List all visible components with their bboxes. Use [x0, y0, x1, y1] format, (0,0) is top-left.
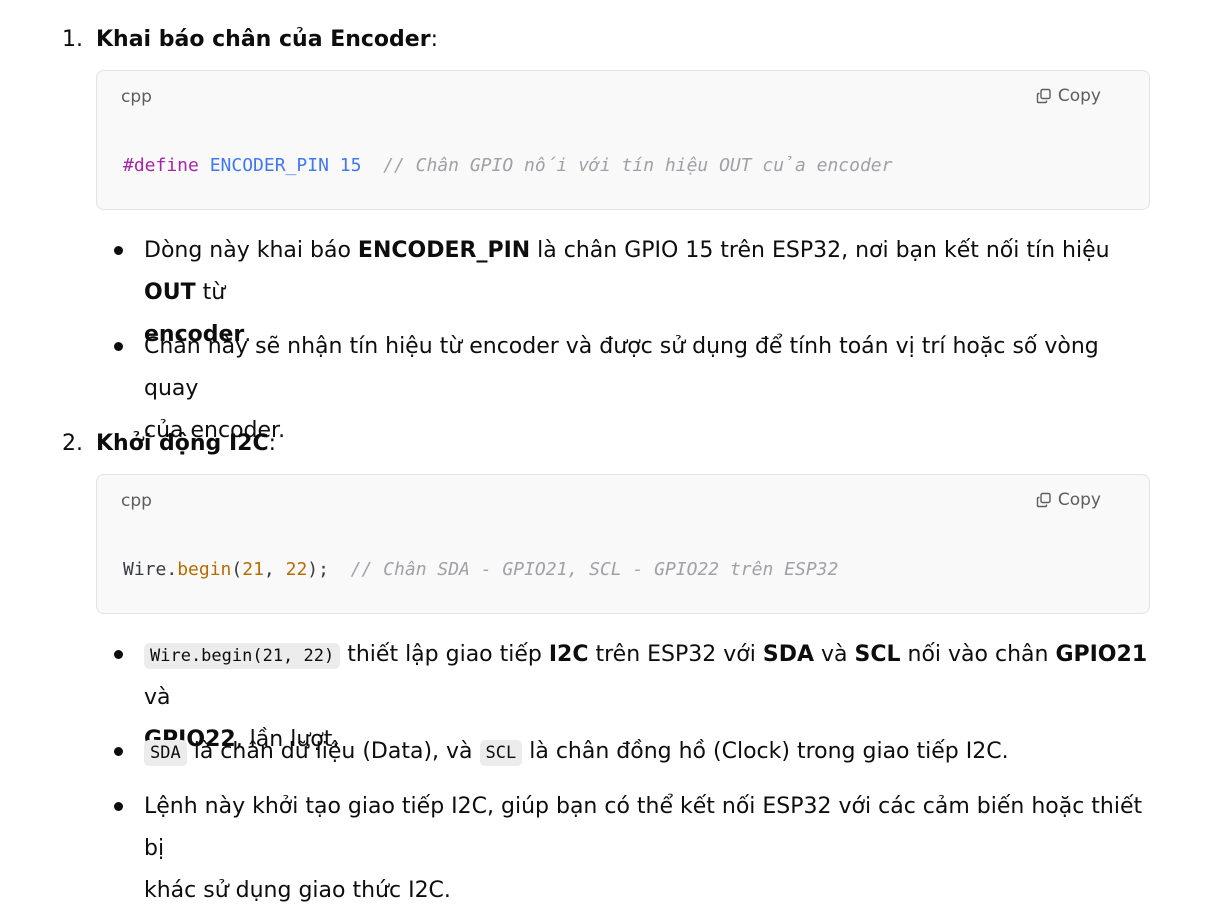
colon: : — [268, 431, 277, 456]
section-title: Khai báo chân của Encoder — [96, 27, 431, 52]
bold-text: SDA — [762, 642, 814, 667]
code-language-label: cpp — [121, 87, 152, 107]
copy-icon — [1036, 88, 1051, 104]
list-number: 1. — [62, 27, 83, 52]
list-item: Chân này sẽ nhận tín hiệu từ encoder và … — [114, 326, 1154, 452]
code-line: #define ENCODER_PIN 15 // Chân GPIO nối … — [123, 155, 892, 176]
bold-text: OUT — [144, 280, 196, 305]
copy-label: Copy — [1057, 490, 1101, 510]
text: là chân GPIO 15 trên ESP32, nơi bạn kết … — [530, 238, 1110, 263]
copy-icon — [1036, 492, 1051, 508]
copy-button[interactable]: Copy — [1036, 490, 1101, 510]
text: khác sử dụng giao thức I2C. — [144, 878, 451, 903]
text: và — [144, 685, 171, 710]
code-punct: . — [166, 559, 178, 580]
copy-label: Copy — [1057, 86, 1101, 106]
text: Dòng này khai báo — [144, 238, 358, 263]
code-arg: 21 — [242, 559, 264, 580]
code-line: Wire.begin(21, 22); // Chân SDA - GPIO21… — [123, 559, 838, 580]
list-item: Lệnh này khởi tạo giao tiếp I2C, giúp bạ… — [114, 786, 1154, 912]
code-punct: , — [263, 559, 286, 580]
code-comment: // Chân SDA - GPIO21, SCL - GPIO22 trên … — [350, 559, 839, 580]
list-item: SDA là chân dữ liệu (Data), và SCL là ch… — [114, 731, 1154, 774]
inline-code: SDA — [144, 740, 187, 766]
code-punct: ( — [231, 559, 243, 580]
text: và — [814, 642, 855, 667]
list-number: 2. — [62, 431, 83, 456]
inline-code: Wire.begin(21, 22) — [144, 643, 341, 669]
text: Chân này sẽ nhận tín hiệu từ encoder và … — [144, 334, 1099, 401]
section-title: Khởi động I2C — [96, 431, 269, 456]
text: là chân đồng hồ (Clock) trong giao tiếp … — [522, 739, 1009, 764]
text: là chân dữ liệu (Data), và — [186, 739, 480, 764]
code-language-label: cpp — [121, 491, 152, 511]
code-macro-name: ENCODER_PIN — [209, 155, 329, 176]
code-macro-value: 15 — [339, 155, 362, 176]
code-arg: 22 — [285, 559, 308, 580]
bold-text: ENCODER_PIN — [357, 238, 531, 263]
colon: : — [430, 27, 438, 52]
text: trên ESP32 với — [588, 642, 763, 667]
code-method: begin — [177, 559, 232, 580]
section-1-heading: 1. Khai báo chân của Encoder: — [62, 26, 438, 54]
bold-text: SCL — [854, 642, 901, 667]
copy-button[interactable]: Copy — [1036, 86, 1101, 106]
code-comment: // Chân GPIO nối với tín hiệu OUT của en… — [383, 155, 893, 176]
bold-text: I2C — [548, 642, 589, 667]
code-block-1: cpp Copy #define ENCODER_PIN 15 // Chân … — [96, 70, 1150, 210]
text: từ — [195, 280, 226, 305]
code-directive: #define — [123, 155, 199, 176]
text: thiết lập giao tiếp — [340, 642, 549, 667]
code-punct: ); — [307, 559, 329, 580]
section-2-heading: 2. Khởi động I2C: — [62, 430, 276, 458]
code-block-2: cpp Copy Wire.begin(21, 22); // Chân SDA… — [96, 474, 1150, 614]
bold-text: GPIO21 — [1055, 642, 1148, 667]
text: nối vào chân — [900, 642, 1056, 667]
inline-code: SCL — [479, 740, 523, 766]
code-object: Wire — [123, 559, 167, 580]
text: Lệnh này khởi tạo giao tiếp I2C, giúp bạ… — [144, 794, 1143, 861]
